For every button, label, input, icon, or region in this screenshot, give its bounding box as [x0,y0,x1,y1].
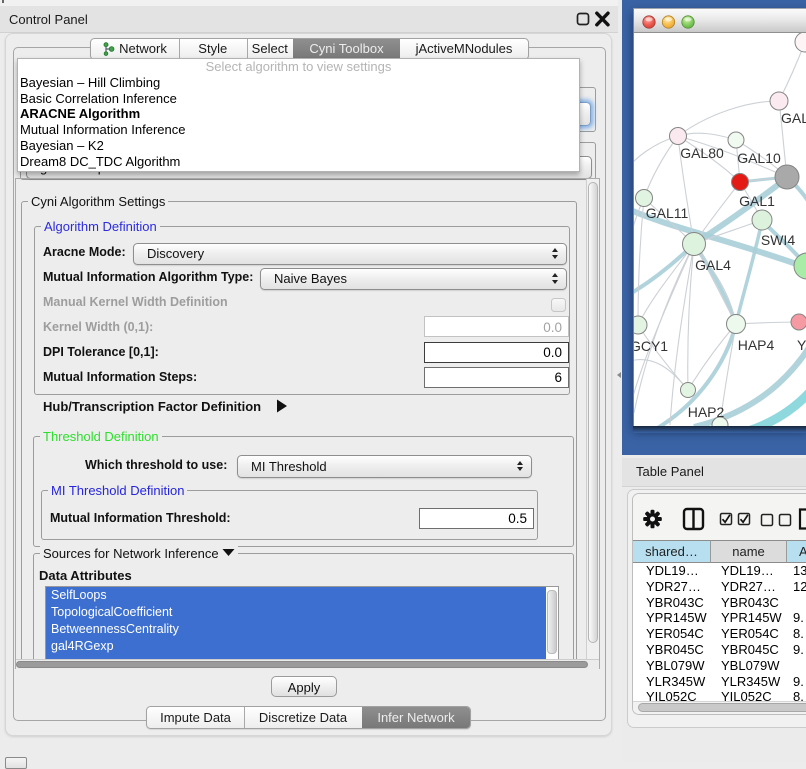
svg-text:SWI4: SWI4 [761,232,795,248]
svg-text:HAP2: HAP2 [688,404,725,420]
svg-text:GCY1: GCY1 [634,338,668,354]
svg-text:GAL80: GAL80 [680,145,724,161]
svg-text:GAL7: GAL7 [781,110,806,126]
svg-text:HAP4: HAP4 [738,337,775,353]
svg-text:GAL10: GAL10 [737,150,781,166]
svg-text:GAL11: GAL11 [646,205,689,221]
svg-text:GAL1: GAL1 [739,193,775,209]
svg-text:YM: YM [797,337,806,353]
svg-text:GAL4: GAL4 [695,257,731,273]
